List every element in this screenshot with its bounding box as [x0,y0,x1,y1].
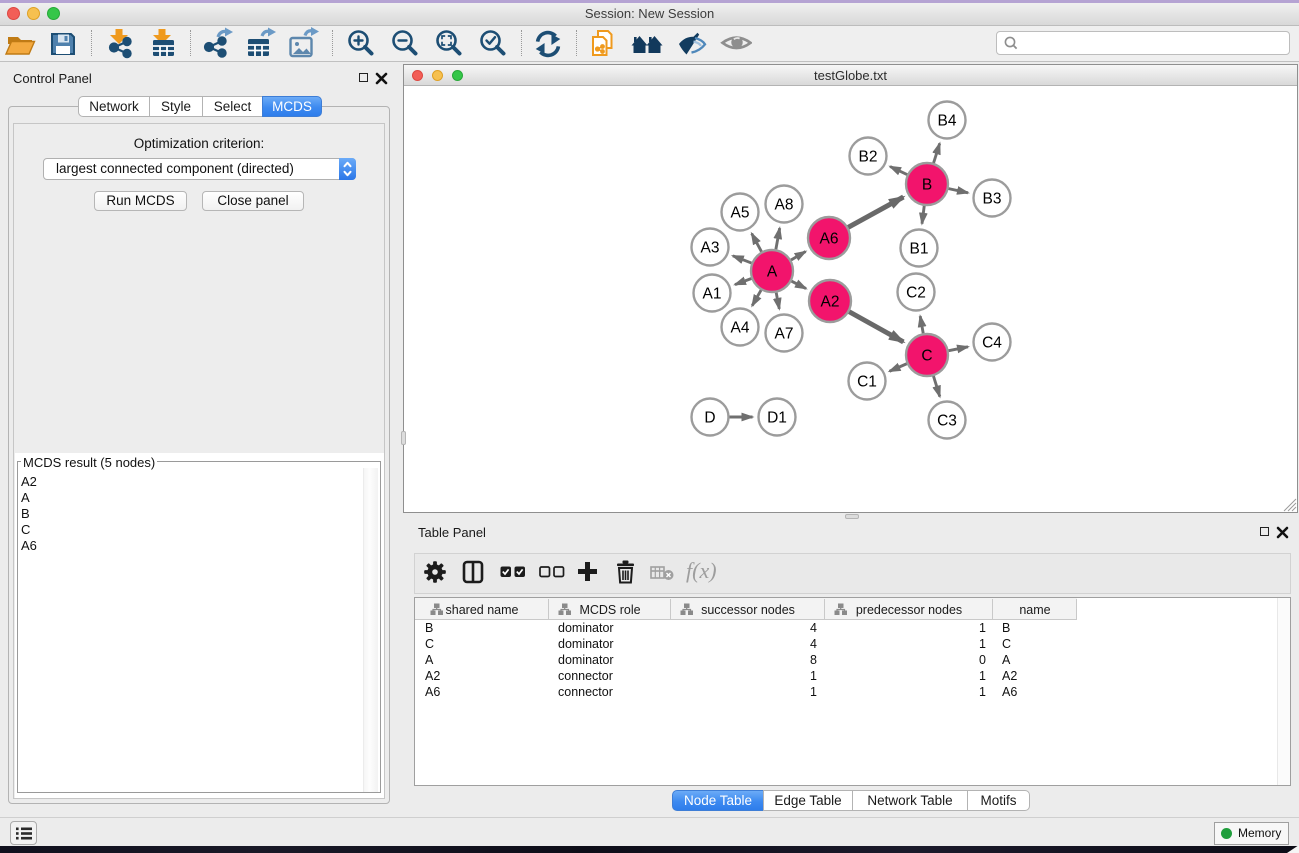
svg-text:C4: C4 [982,335,1002,352]
svg-text:C3: C3 [937,413,957,430]
svg-text:A3: A3 [701,240,720,257]
svg-text:A8: A8 [775,197,794,214]
svg-text:C1: C1 [857,374,877,391]
svg-text:A4: A4 [731,320,750,337]
svg-text:A5: A5 [731,205,750,222]
svg-text:B4: B4 [938,113,957,130]
svg-text:B3: B3 [983,191,1002,208]
svg-text:B1: B1 [910,241,929,258]
svg-text:B2: B2 [859,149,878,166]
svg-text:A7: A7 [775,326,794,343]
svg-text:A2: A2 [821,294,840,311]
svg-text:D: D [704,410,715,427]
svg-text:C: C [921,348,932,365]
svg-text:A: A [767,264,778,281]
svg-text:B: B [922,177,932,194]
svg-text:A1: A1 [703,286,722,303]
svg-text:D1: D1 [767,410,787,427]
svg-text:A6: A6 [820,231,839,248]
svg-text:C2: C2 [906,285,926,302]
